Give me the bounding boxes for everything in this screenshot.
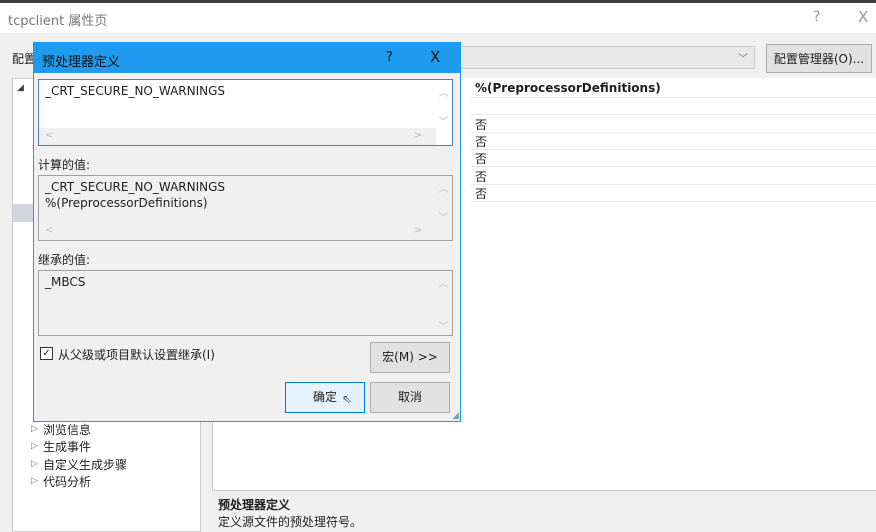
window-titlebar: tcpclient 属性页 ? X (0, 3, 876, 33)
tree-item[interactable]: 浏览信息 (43, 421, 91, 438)
help-button[interactable]: ? (813, 9, 820, 25)
chevron-down-icon: ﹀ (738, 54, 748, 65)
grid-value[interactable]: 否 (471, 185, 876, 202)
expand-icon: ▷ (31, 441, 38, 451)
description-text: 定义源文件的预处理符号。 (218, 515, 363, 529)
expand-icon: ▷ (31, 459, 38, 469)
preprocessor-dialog: 预处理器定义 ? X _CRT_SECURE_NO_WARNINGS ︿ ﹀ < >… (33, 42, 461, 422)
definitions-textarea[interactable]: _CRT_SECURE_NO_WARNINGS ︿ ﹀ < > (38, 79, 453, 146)
computed-label: 计算的值: (38, 158, 91, 172)
vertical-scrollbar[interactable]: ︿ ﹀ (435, 80, 452, 129)
mouse-cursor-icon: ⇖ (342, 392, 353, 406)
grid-value[interactable]: 否 (471, 150, 876, 167)
horizontal-scrollbar[interactable]: < > (39, 223, 436, 240)
cancel-button[interactable]: 取消 (370, 382, 450, 413)
grid-value[interactable] (471, 98, 876, 115)
ok-button[interactable]: 确定 (285, 382, 365, 413)
resize-grip-icon[interactable]: ◢ (452, 411, 459, 421)
inherit-checkbox-label[interactable]: 从父级或项目默认设置继承(I) (58, 346, 215, 363)
description-title: 预处理器定义 (218, 498, 291, 512)
inherited-value: _MBCS (45, 275, 86, 289)
inherited-label: 继承的值: (38, 253, 91, 267)
vertical-scrollbar[interactable]: ︿ ﹀ (435, 176, 452, 224)
window-title: tcpclient 属性页 (8, 14, 108, 29)
close-button[interactable]: X (858, 8, 868, 26)
grid-value[interactable]: %(PreprocessorDefinitions) (471, 81, 876, 98)
expand-icon: ▷ (31, 424, 38, 434)
tree-item[interactable]: 自定义生成步骤 (43, 456, 127, 473)
grid-value[interactable]: 否 (471, 133, 876, 150)
config-manager-button[interactable]: 配置管理器(O)... (766, 44, 872, 73)
platform-combobox[interactable]: ﹀ (460, 46, 755, 69)
dialog-title: 预处理器定义 (42, 55, 121, 70)
expand-icon: ▷ (31, 476, 38, 486)
tree-item[interactable]: 代码分析 (43, 473, 91, 490)
grid-value[interactable]: 否 (471, 168, 876, 185)
tree-item[interactable]: 生成事件 (43, 438, 91, 455)
vertical-scrollbar[interactable]: ︿ ﹀ (435, 271, 452, 335)
dialog-titlebar: 预处理器定义 ? X (34, 43, 460, 73)
definitions-value[interactable]: _CRT_SECURE_NO_WARNINGS (45, 83, 225, 99)
inherited-textarea: _MBCS ︿ ﹀ (38, 270, 453, 336)
horizontal-scrollbar[interactable]: < > (39, 128, 436, 145)
grid-value[interactable]: 否 (471, 116, 876, 133)
dialog-help-button[interactable]: ? (386, 50, 393, 65)
computed-textarea: _CRT_SECURE_NO_WARNINGS %(PreprocessorDe… (38, 175, 453, 241)
expand-triangle-icon: ◢ (17, 83, 24, 93)
description-panel: 预处理器定义 定义源文件的预处理符号。 (212, 490, 876, 532)
inherit-checkbox[interactable]: ✓ (40, 347, 53, 360)
dialog-close-button[interactable]: X (430, 48, 440, 66)
computed-value: _CRT_SECURE_NO_WARNINGS %(PreprocessorDe… (45, 180, 226, 210)
macro-button[interactable]: 宏(M) >> (370, 342, 450, 373)
